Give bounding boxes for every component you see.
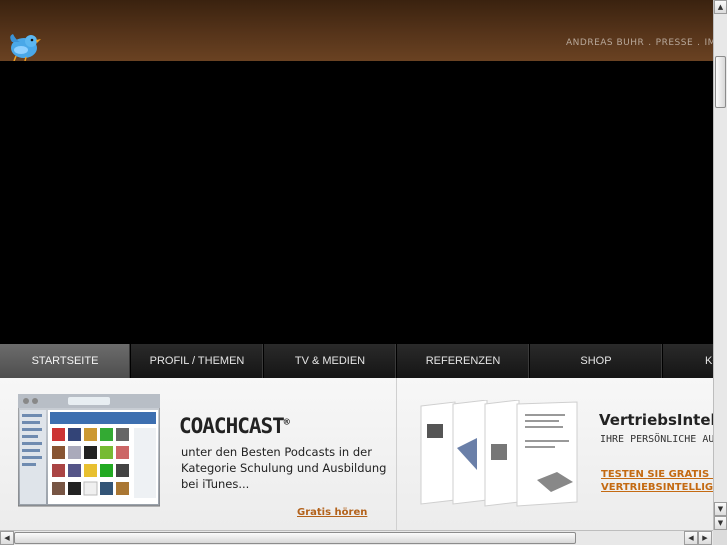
scroll-up-button[interactable]: ▲ — [714, 0, 727, 14]
vertical-scrollbar[interactable]: ▲ ▼ ▼ — [713, 0, 727, 530]
link-presse[interactable]: PRESSE — [656, 38, 693, 48]
hero-video-area[interactable] — [0, 61, 713, 344]
itunes-screenshot-image[interactable] — [18, 394, 160, 524]
link-line-1: TESTEN SIE GRATIS IHRE — [601, 469, 713, 480]
nav-item-profil-themen[interactable]: PROFIL / THEMEN — [131, 344, 264, 378]
page-viewport: ANDREAS BUHR. PRESSE. IMPRESSUM STARTSEITE… — [0, 0, 713, 530]
nav-item-kontakt[interactable]: KONTAKT — [663, 344, 713, 378]
twitter-bird-icon[interactable] — [6, 30, 42, 61]
link-separator: . — [697, 38, 701, 48]
link-line-2: VERTRIEBSINTELLIGENZ — [601, 482, 713, 493]
coachcast-description: unter den Besten Podcasts in der Kategor… — [181, 445, 387, 491]
nav-item-referenzen[interactable]: REFERENZEN — [397, 344, 530, 378]
coachcast-panel: COACHCAST® unter den Besten Podcasts in … — [0, 378, 397, 530]
link-separator: . — [648, 38, 652, 48]
vertriebsintelligenz-title: VertriebsIntelligenz — [599, 411, 713, 429]
scroll-left-button-2[interactable]: ◀ — [684, 531, 698, 545]
horizontal-scrollbar[interactable]: ◀ ◀ ▶ — [0, 530, 713, 545]
scroll-down-button-2[interactable]: ▼ — [714, 516, 727, 530]
coachcast-title: COACHCAST® — [179, 414, 290, 438]
testen-sie-gratis-link[interactable]: TESTEN SIE GRATIS IHRE VERTRIEBSINTELLIGE… — [601, 468, 713, 494]
site-header: ANDREAS BUHR. PRESSE. IMPRESSUM — [0, 0, 713, 61]
coachcast-title-text: COACHCAST — [179, 414, 285, 438]
horizontal-scroll-thumb[interactable] — [14, 532, 576, 544]
link-andreas-buhr[interactable]: ANDREAS BUHR — [566, 38, 644, 48]
scroll-down-button[interactable]: ▼ — [714, 502, 727, 516]
nav-item-startseite[interactable]: STARTSEITE — [0, 344, 131, 378]
nav-item-shop[interactable]: SHOP — [530, 344, 663, 378]
brochure-pages-image[interactable] — [417, 400, 587, 510]
scroll-right-button[interactable]: ▶ — [698, 531, 712, 545]
gratis-hoeren-link[interactable]: Gratis hören — [297, 507, 367, 518]
trademark-sign: ® — [283, 417, 290, 428]
main-nav: STARTSEITE PROFIL / THEMEN TV & MEDIEN REFE… — [0, 344, 713, 379]
vertriebsintelligenz-subtitle: IHRE PERSÖNLICHE AUSGABE — [600, 434, 713, 445]
scroll-left-button[interactable]: ◀ — [0, 531, 14, 545]
teaser-area: COACHCAST® unter den Besten Podcasts in … — [0, 378, 713, 530]
nav-item-tv-medien[interactable]: TV & MEDIEN — [264, 344, 397, 378]
vertical-scroll-thumb[interactable] — [715, 56, 726, 108]
link-impressum[interactable]: IMPRESSUM — [705, 38, 713, 48]
top-links: ANDREAS BUHR. PRESSE. IMPRESSUM — [566, 38, 713, 48]
vertriebs-panel — [397, 378, 713, 530]
scrollbar-corner — [713, 530, 727, 545]
